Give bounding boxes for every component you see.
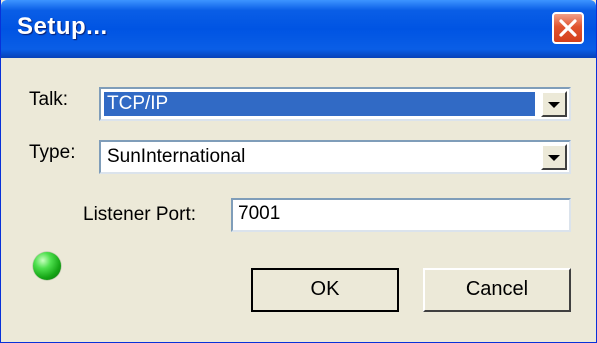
cancel-button[interactable]: Cancel <box>423 268 571 312</box>
talk-dropdown[interactable]: TCP/IP <box>99 87 571 121</box>
status-indicator-icon <box>33 252 61 280</box>
setup-dialog: Setup... Talk: TCP/IP Type: SunInternati… <box>0 0 597 343</box>
window-title: Setup... <box>17 13 108 40</box>
title-bar[interactable]: Setup... <box>1 0 596 58</box>
type-dropdown-button[interactable] <box>541 144 567 170</box>
talk-dropdown-value: TCP/IP <box>104 92 535 116</box>
close-icon <box>559 19 577 37</box>
chevron-down-icon <box>548 102 560 108</box>
ok-button[interactable]: OK <box>251 268 399 312</box>
type-label: Type: <box>29 142 76 163</box>
listener-port-input[interactable]: 7001 <box>231 198 571 232</box>
type-dropdown[interactable]: SunInternational <box>99 140 571 174</box>
talk-dropdown-button[interactable] <box>541 91 567 117</box>
close-button[interactable] <box>552 12 584 44</box>
chevron-down-icon <box>548 155 560 161</box>
listener-port-label: Listener Port: <box>83 204 196 225</box>
dialog-body: Talk: TCP/IP Type: SunInternational List… <box>5 58 592 338</box>
talk-label: Talk: <box>29 89 69 110</box>
type-dropdown-value: SunInternational <box>107 146 246 167</box>
